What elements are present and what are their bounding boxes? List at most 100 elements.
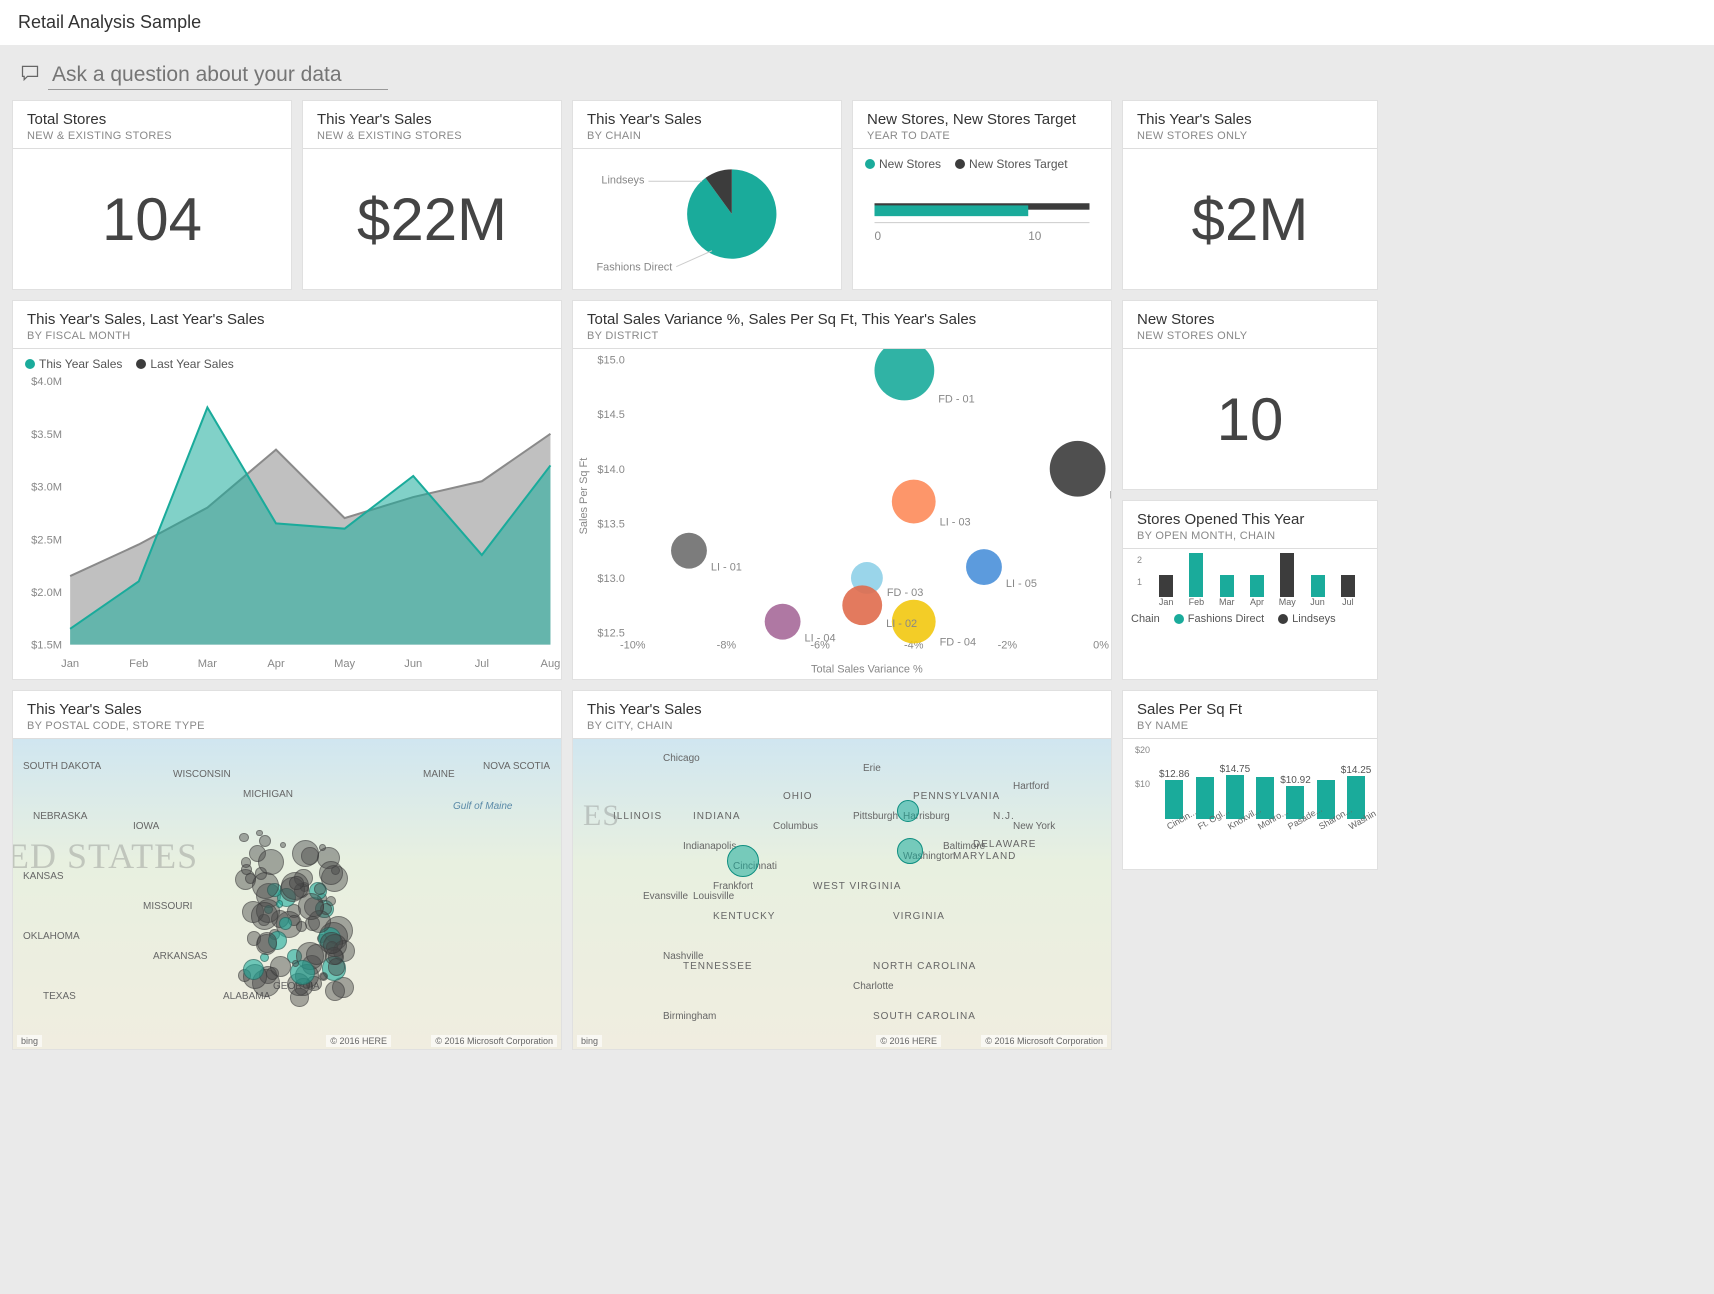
tile-subtitle: BY FISCAL MONTH (27, 330, 547, 342)
svg-text:10: 10 (1028, 229, 1042, 243)
area-chart: $1.5M $2.0M $2.5M $3.0M $3.5M $4.0M Jan Feb Mar A… (13, 371, 561, 675)
svg-text:Aug: Aug (541, 658, 561, 670)
bing-logo: bing (577, 1035, 602, 1047)
page-title: Retail Analysis Sample (0, 0, 1714, 45)
svg-text:FD - 04: FD - 04 (940, 637, 976, 649)
qna-input[interactable] (48, 61, 388, 90)
svg-text:$14.5: $14.5 (597, 409, 624, 421)
tile-subtitle: BY CHAIN (587, 130, 827, 142)
svg-text:0: 0 (875, 229, 882, 243)
svg-text:$4.0M: $4.0M (31, 376, 62, 388)
tile-subtitle: NEW STORES ONLY (1137, 330, 1363, 342)
pie-label-fashions: Fashions Direct (596, 262, 672, 274)
pie-chart: Lindseys Fashions Direct (573, 149, 841, 289)
svg-text:$15.0: $15.0 (597, 355, 624, 367)
svg-text:LI - 01: LI - 01 (711, 562, 742, 574)
tile-title: This Year's Sales (587, 111, 827, 128)
tile-sales-city[interactable]: This Year's Sales BY CITY, CHAIN bing © … (572, 690, 1112, 1050)
svg-text:LI - 05: LI - 05 (1006, 578, 1037, 590)
legend-item: New Stores Target (955, 157, 1068, 171)
legend-label: Chain (1131, 613, 1160, 625)
svg-text:Mar: Mar (198, 658, 217, 670)
tile-grid: Total Stores NEW & EXISTING STORES 104 T… (12, 100, 1702, 1240)
tile-title: This Year's Sales (1137, 111, 1363, 128)
svg-text:-2%: -2% (998, 640, 1018, 652)
tile-total-stores[interactable]: Total Stores NEW & EXISTING STORES 104 (12, 100, 292, 290)
svg-text:$2.0M: $2.0M (31, 587, 62, 599)
tile-sales-postal[interactable]: This Year's Sales BY POSTAL CODE, STORE … (12, 690, 562, 1050)
legend-item: Lindseys (1278, 613, 1335, 625)
comment-icon (20, 63, 40, 88)
map-credit-here: © 2016 HERE (876, 1035, 941, 1047)
svg-text:$14.0: $14.0 (597, 464, 624, 476)
stacked-bars: JanFebMarAprMayJunJul (1145, 553, 1369, 611)
tile-subtitle: NEW & EXISTING STORES (317, 130, 547, 142)
bing-logo: bing (17, 1035, 42, 1047)
qna-bar (12, 57, 1702, 100)
svg-text:$3.5M: $3.5M (31, 429, 62, 441)
tile-title: This Year's Sales, Last Year's Sales (27, 311, 547, 328)
svg-text:Sales Per Sq Ft: Sales Per Sq Ft (578, 458, 590, 535)
tile-stores-opened[interactable]: Stores Opened This Year BY OPEN MONTH, C… (1122, 500, 1378, 680)
tile-subtitle: NEW & EXISTING STORES (27, 130, 277, 142)
scatter-chart: -10%-8%-6%-4%-2%0%$12.5$13.0$13.5$14.0$1… (573, 349, 1111, 679)
tile-subtitle: BY NAME (1137, 720, 1363, 732)
gauge-chart: 0 10 (853, 171, 1111, 268)
svg-text:FD - 01: FD - 01 (938, 393, 974, 405)
tile-title: This Year's Sales (587, 701, 1097, 718)
tile-subtitle: NEW STORES ONLY (1137, 130, 1363, 142)
svg-text:Apr: Apr (267, 658, 285, 670)
bar-chart: $12.86Cincin...Ft. Ogl...$14.75Knoxvil..… (1149, 743, 1371, 833)
tile-subtitle: BY CITY, CHAIN (587, 720, 1097, 732)
tile-new-stores[interactable]: New Stores NEW STORES ONLY 10 (1122, 300, 1378, 490)
svg-text:$2.5M: $2.5M (31, 534, 62, 546)
tile-sales-by-chain[interactable]: This Year's Sales BY CHAIN Lindseys Fash… (572, 100, 842, 290)
tile-sales-all[interactable]: This Year's Sales NEW & EXISTING STORES … (302, 100, 562, 290)
svg-text:Jun: Jun (404, 658, 422, 670)
tile-variance[interactable]: Total Sales Variance %, Sales Per Sq Ft,… (572, 300, 1112, 680)
tile-title: New Stores (1137, 311, 1363, 328)
tile-sales-new[interactable]: This Year's Sales NEW STORES ONLY $2M (1122, 100, 1378, 290)
svg-text:$13.5: $13.5 (597, 518, 624, 530)
svg-text:LI - 03: LI - 03 (940, 516, 971, 528)
map-city[interactable]: bing © 2016 HERE © 2016 Microsoft Corpor… (573, 739, 1111, 1049)
tile-subtitle: YEAR TO DATE (867, 130, 1097, 142)
svg-text:$3.0M: $3.0M (31, 482, 62, 494)
legend-item: Fashions Direct (1174, 613, 1264, 625)
map-postal[interactable]: ED STATES bing © 2016 HERE © 2016 Micros… (13, 739, 561, 1049)
svg-text:Total Sales Variance %: Total Sales Variance % (811, 663, 923, 675)
legend-item: New Stores (865, 157, 941, 171)
svg-text:LI - 04: LI - 04 (805, 633, 836, 645)
svg-text:$1.5M: $1.5M (31, 640, 62, 652)
tile-title: Total Sales Variance %, Sales Per Sq Ft,… (587, 311, 1097, 328)
tile-sales-sqft[interactable]: Sales Per Sq Ft BY NAME $20 $10 $12.86Ci… (1122, 690, 1378, 870)
map-credit-ms: © 2016 Microsoft Corporation (431, 1035, 557, 1047)
tile-title: New Stores, New Stores Target (867, 111, 1097, 128)
legend-item: This Year Sales (25, 357, 122, 371)
kpi-value: $22M (303, 149, 561, 289)
svg-text:May: May (334, 658, 355, 670)
kpi-value: 104 (13, 149, 291, 289)
svg-text:FD - 03: FD - 03 (887, 587, 923, 599)
tile-new-stores-target[interactable]: New Stores, New Stores Target YEAR TO DA… (852, 100, 1112, 290)
tile-title: This Year's Sales (27, 701, 547, 718)
tile-subtitle: BY POSTAL CODE, STORE TYPE (27, 720, 547, 732)
tile-title: This Year's Sales (317, 111, 547, 128)
tile-sales-trend[interactable]: This Year's Sales, Last Year's Sales BY … (12, 300, 562, 680)
legend-item: Last Year Sales (136, 357, 233, 371)
tile-subtitle: BY DISTRICT (587, 330, 1097, 342)
map-credit-ms: © 2016 Microsoft Corporation (981, 1035, 1107, 1047)
svg-text:FD - 02: FD - 02 (1110, 490, 1111, 502)
tile-subtitle: BY OPEN MONTH, CHAIN (1137, 530, 1363, 542)
pie-label-lindseys: Lindseys (601, 174, 645, 186)
kpi-value: 10 (1123, 349, 1377, 489)
svg-text:$12.5: $12.5 (597, 628, 624, 640)
svg-text:Jan: Jan (61, 658, 79, 670)
svg-text:-10%: -10% (620, 640, 646, 652)
svg-text:-8%: -8% (717, 640, 737, 652)
tile-title: Sales Per Sq Ft (1137, 701, 1363, 718)
svg-text:$13.0: $13.0 (597, 573, 624, 585)
tile-title: Stores Opened This Year (1137, 511, 1363, 528)
svg-text:Feb: Feb (129, 658, 148, 670)
svg-text:LI - 02: LI - 02 (886, 618, 917, 630)
